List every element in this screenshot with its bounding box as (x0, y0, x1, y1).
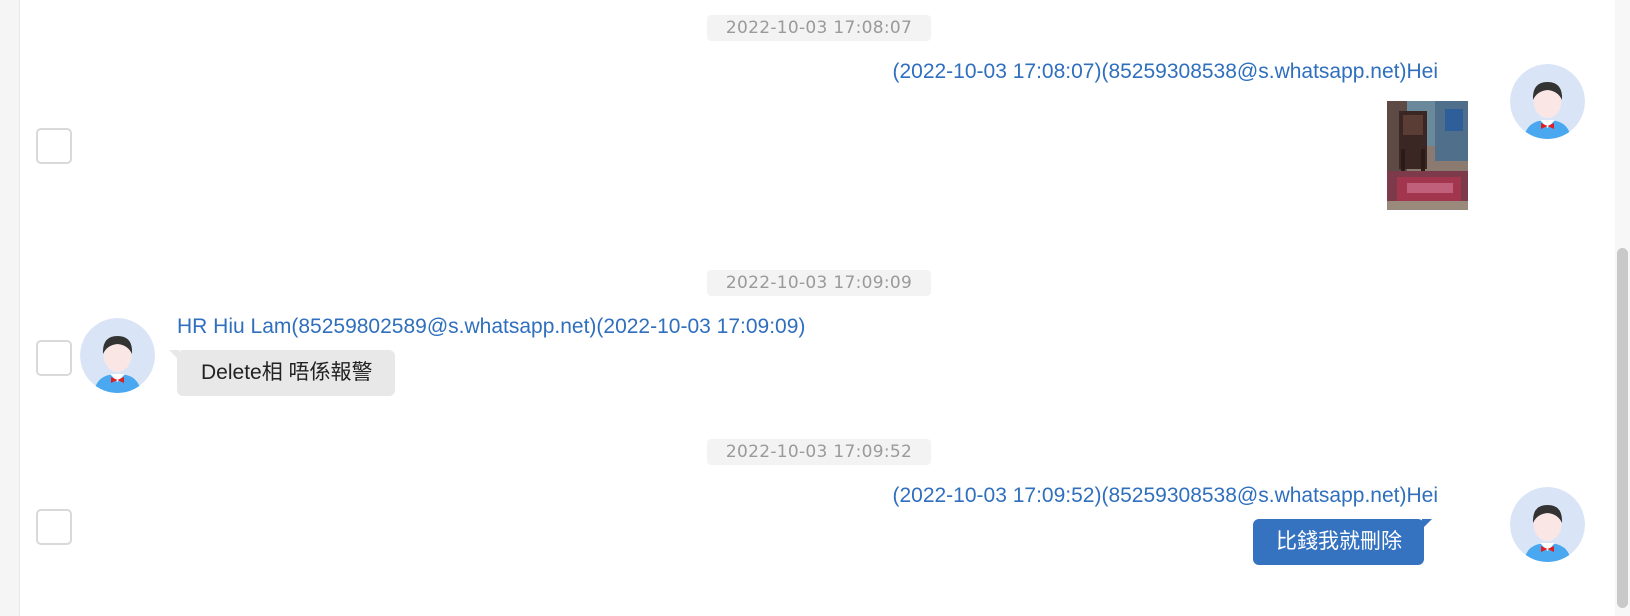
user-avatar-icon (80, 318, 155, 393)
image-thumbnail[interactable] (1387, 101, 1468, 210)
message-select-checkbox[interactable] (36, 128, 72, 164)
message-sender-meta: HR Hiu Lam(85259802589@s.whatsapp.net)(2… (177, 315, 806, 338)
message-select-checkbox[interactable] (36, 340, 72, 376)
message-timestamp: 2022-10-03 17:09:52 (707, 439, 931, 465)
message-sender-meta: (2022-10-03 17:09:52)(85259308538@s.what… (892, 484, 1438, 507)
incoming-message-bubble: Delete相 唔係報警 (169, 350, 395, 396)
user-avatar-icon (1510, 64, 1585, 139)
scrollbar-track[interactable] (1615, 0, 1630, 616)
user-avatar-icon (1510, 487, 1585, 562)
message-timestamp: 2022-10-03 17:08:07 (707, 15, 931, 41)
scrollbar-thumb[interactable] (1617, 248, 1628, 608)
message-timestamp: 2022-10-03 17:09:09 (707, 270, 931, 296)
message-sender-meta: (2022-10-03 17:08:07)(85259308538@s.what… (892, 60, 1438, 83)
outgoing-message-bubble: 比錢我就刪除 (1253, 519, 1432, 565)
message-select-checkbox[interactable] (36, 509, 72, 545)
left-panel-edge (0, 0, 20, 616)
